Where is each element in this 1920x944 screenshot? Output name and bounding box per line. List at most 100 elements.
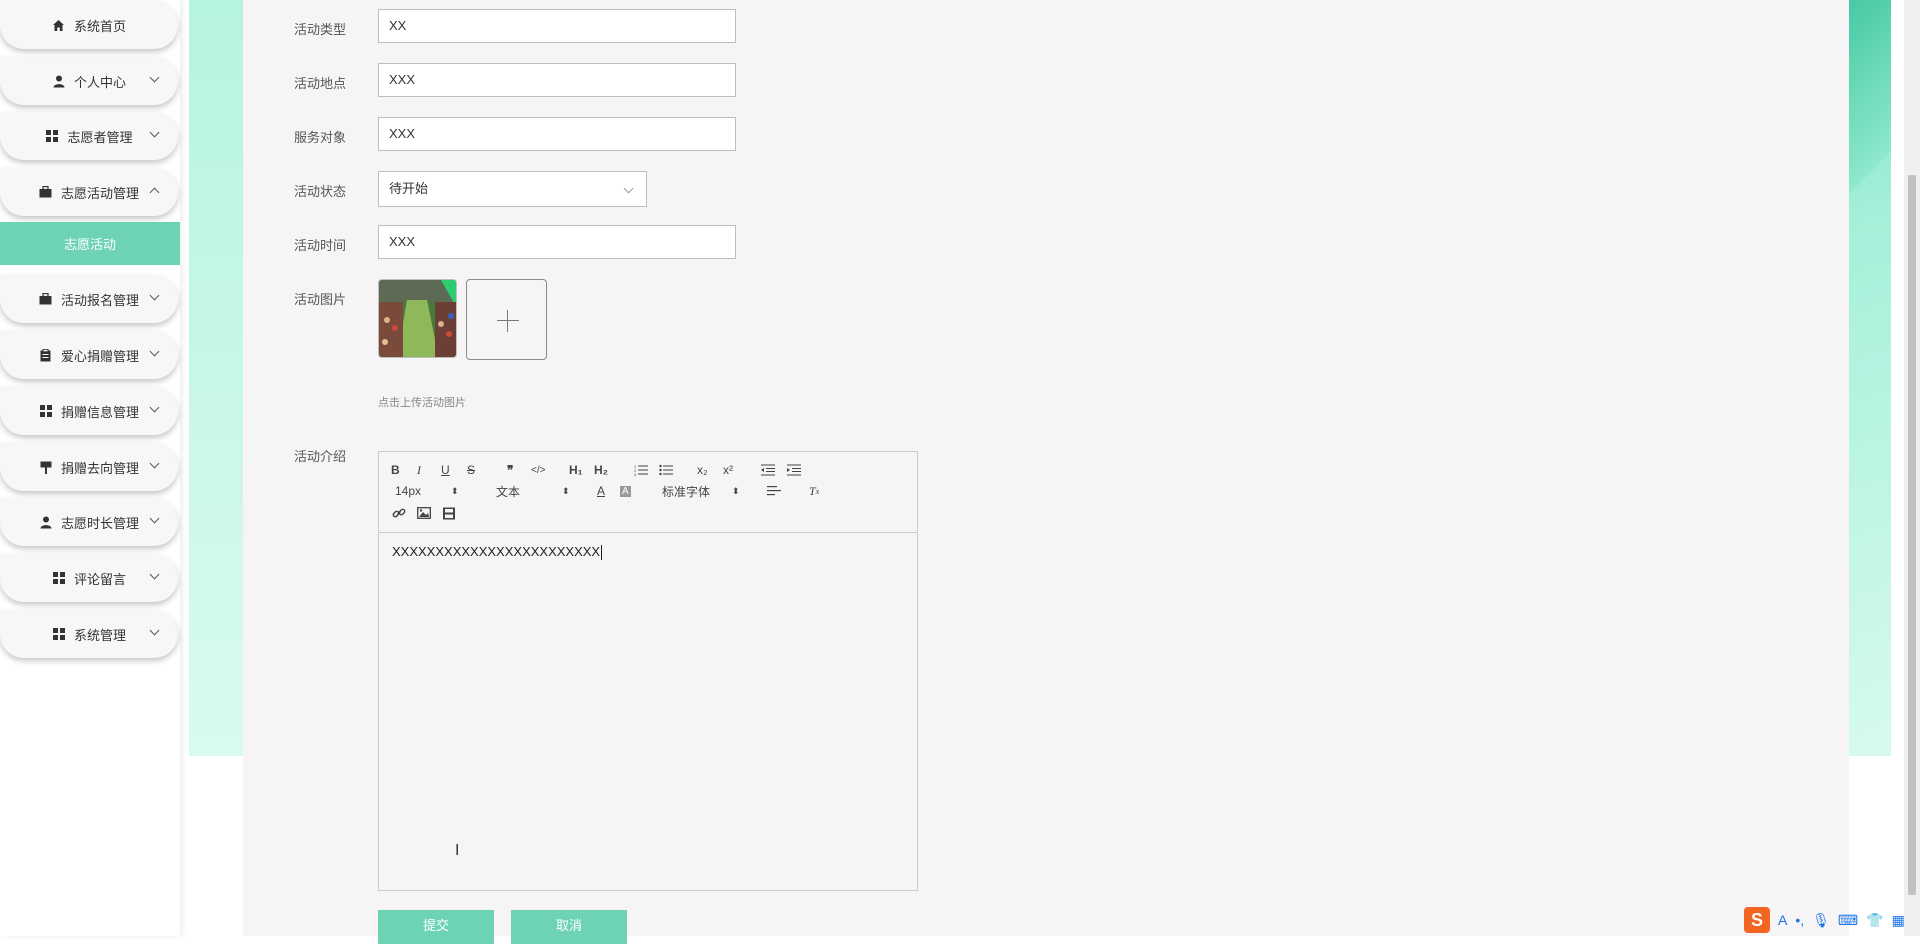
sidebar-item-label: 系统首页 xyxy=(73,18,126,34)
sidebar-item-label: 捐赠信息管理 xyxy=(60,404,139,420)
font-color-icon[interactable]: A xyxy=(597,482,605,500)
sidebar-item-label: 评论留言 xyxy=(73,571,126,587)
sidebar-menu: 系统首页 个人中心 志愿者管理 志愿活动管理 志愿活动 活动报名管理 爱心捐赠管… xyxy=(0,0,180,936)
home-icon xyxy=(52,18,66,32)
grid-icon xyxy=(52,571,66,585)
skin-shirt-icon[interactable]: 👕 xyxy=(1866,912,1883,929)
briefcase-icon xyxy=(39,185,53,199)
italic-icon[interactable]: I xyxy=(417,461,421,479)
sidebar-item-comments[interactable]: 评论留言 xyxy=(0,554,178,602)
upload-image-button[interactable] xyxy=(466,279,547,360)
bold-icon[interactable]: B xyxy=(391,461,400,479)
chevron-down-icon xyxy=(149,513,160,524)
font-size-value: 14px xyxy=(395,484,422,498)
sidebar-item-activity-management[interactable]: 志愿活动管理 xyxy=(0,168,178,216)
sidebar-subitem-label: 志愿活动 xyxy=(63,237,116,252)
svg-text:3: 3 xyxy=(634,472,637,476)
heading-1-icon[interactable]: H₁ xyxy=(569,461,583,479)
chevron-down-icon xyxy=(149,402,160,413)
font-family-dropdown[interactable]: 标准字体 ⬍ xyxy=(662,482,740,500)
location-input[interactable]: XXX xyxy=(378,63,736,97)
microphone-icon[interactable]: 🎙 xyxy=(1812,912,1830,929)
sidebar-item-label: 志愿者管理 xyxy=(67,129,133,145)
briefcase-icon xyxy=(39,292,53,306)
chevron-down-icon xyxy=(149,569,160,580)
status-select-value: 待开始 xyxy=(389,181,429,196)
sidebar-item-home[interactable]: 系统首页 xyxy=(0,1,178,49)
underline-icon[interactable]: U xyxy=(441,461,450,479)
decorative-corner-shape xyxy=(1846,0,1891,280)
grid-icon xyxy=(52,627,66,641)
time-input[interactable]: XXX xyxy=(378,225,736,259)
indent-icon[interactable] xyxy=(787,461,801,479)
heading-dropdown[interactable]: 文本 ⬍ xyxy=(496,482,570,500)
editor-content[interactable]: XXXXXXXXXXXXXXXXXXXXXXXX xyxy=(392,544,603,561)
activity-type-label: 活动类型 xyxy=(294,22,347,37)
editor-toolbar: B I U S ❞ </> H₁ H₂ 123 x₂ x² 14px ⬍ 文本 ⬍ … xyxy=(379,452,917,533)
sidebar-item-volunteer-management[interactable]: 志愿者管理 xyxy=(0,112,178,160)
sidebar-item-label: 志愿时长管理 xyxy=(60,515,139,531)
sidebar-item-donation-management[interactable]: 爱心捐赠管理 xyxy=(0,331,178,379)
heading-value: 文本 xyxy=(496,484,521,499)
link-icon[interactable] xyxy=(392,504,406,522)
chevron-up-icon xyxy=(149,187,160,198)
sidebar-item-donation-info[interactable]: 捐赠信息管理 xyxy=(0,387,178,435)
ime-toolbar: S A •, 🎙 ⌨ 👕 ▦ xyxy=(1744,906,1905,934)
ime-menu-grid-icon[interactable]: ▦ xyxy=(1892,912,1905,929)
time-label: 活动时间 xyxy=(294,238,347,253)
chevron-down-icon xyxy=(149,127,160,138)
clear-format-icon[interactable]: Tx xyxy=(809,482,819,500)
editor-content-text: XXXXXXXXXXXXXXXXXXXXXXXX xyxy=(392,544,601,559)
sidebar-item-activity-registration[interactable]: 活动报名管理 xyxy=(0,275,178,323)
sogou-logo-icon[interactable]: S xyxy=(1744,907,1770,933)
font-family-value: 标准字体 xyxy=(662,484,711,499)
clipboard-icon xyxy=(39,348,53,362)
heading-2-icon[interactable]: H₂ xyxy=(594,461,608,479)
activity-image-thumbnail[interactable] xyxy=(378,279,457,358)
chevron-down-icon xyxy=(149,625,160,636)
align-left-icon[interactable] xyxy=(767,482,781,500)
blockquote-icon[interactable]: ❞ xyxy=(507,461,513,479)
user-icon xyxy=(52,74,66,88)
status-label: 活动状态 xyxy=(294,184,347,199)
sidebar-item-label: 个人中心 xyxy=(73,74,126,90)
sort-arrows-icon: ⬍ xyxy=(562,485,570,496)
sidebar-item-label: 活动报名管理 xyxy=(60,292,139,308)
code-block-icon[interactable]: </> xyxy=(531,461,545,479)
font-size-dropdown[interactable]: 14px ⬍ xyxy=(395,482,459,500)
ime-language-icon[interactable]: A xyxy=(1778,912,1787,928)
subscript-icon[interactable]: x₂ xyxy=(697,461,708,479)
bullet-list-icon[interactable] xyxy=(659,461,673,479)
background-color-icon[interactable]: A xyxy=(620,482,631,500)
sidebar-item-label: 捐赠去向管理 xyxy=(60,460,139,476)
scrollbar-thumb[interactable] xyxy=(1908,175,1916,895)
sidebar-item-personal-center[interactable]: 个人中心 xyxy=(0,57,178,105)
service-target-input[interactable]: XXX xyxy=(378,117,736,151)
submit-button[interactable]: 提交 xyxy=(378,910,494,944)
sidebar-item-volunteer-hours[interactable]: 志愿时长管理 xyxy=(0,498,178,546)
signpost-icon xyxy=(39,460,53,474)
status-select[interactable]: 待开始 xyxy=(378,171,647,207)
activity-type-input[interactable]: XX xyxy=(378,9,736,43)
sort-arrows-icon: ⬍ xyxy=(451,485,459,496)
superscript-icon[interactable]: x² xyxy=(723,461,733,479)
location-label: 活动地点 xyxy=(294,76,347,91)
sidebar-item-system-management[interactable]: 系统管理 xyxy=(0,610,178,658)
rich-text-editor[interactable]: B I U S ❞ </> H₁ H₂ 123 x₂ x² 14px ⬍ 文本 ⬍ … xyxy=(378,451,918,891)
strikethrough-icon[interactable]: S xyxy=(467,461,475,479)
image-icon[interactable] xyxy=(417,504,431,522)
sidebar-item-label: 系统管理 xyxy=(73,627,126,643)
video-icon[interactable] xyxy=(442,504,456,522)
grid-icon xyxy=(45,129,59,143)
image-label: 活动图片 xyxy=(294,292,347,307)
plus-icon xyxy=(497,320,519,321)
sidebar-subitem-volunteer-activity[interactable]: 志愿活动 xyxy=(0,222,180,265)
keyboard-icon[interactable]: ⌨ xyxy=(1838,912,1858,929)
ime-punctuation-icon[interactable]: •, xyxy=(1795,912,1804,928)
cancel-button[interactable]: 取消 xyxy=(511,910,627,944)
sidebar-item-donation-destination[interactable]: 捐赠去向管理 xyxy=(0,443,178,491)
chevron-down-icon xyxy=(149,290,160,301)
chevron-down-icon xyxy=(149,72,160,83)
ordered-list-icon[interactable]: 123 xyxy=(634,461,648,479)
outdent-icon[interactable] xyxy=(761,461,775,479)
